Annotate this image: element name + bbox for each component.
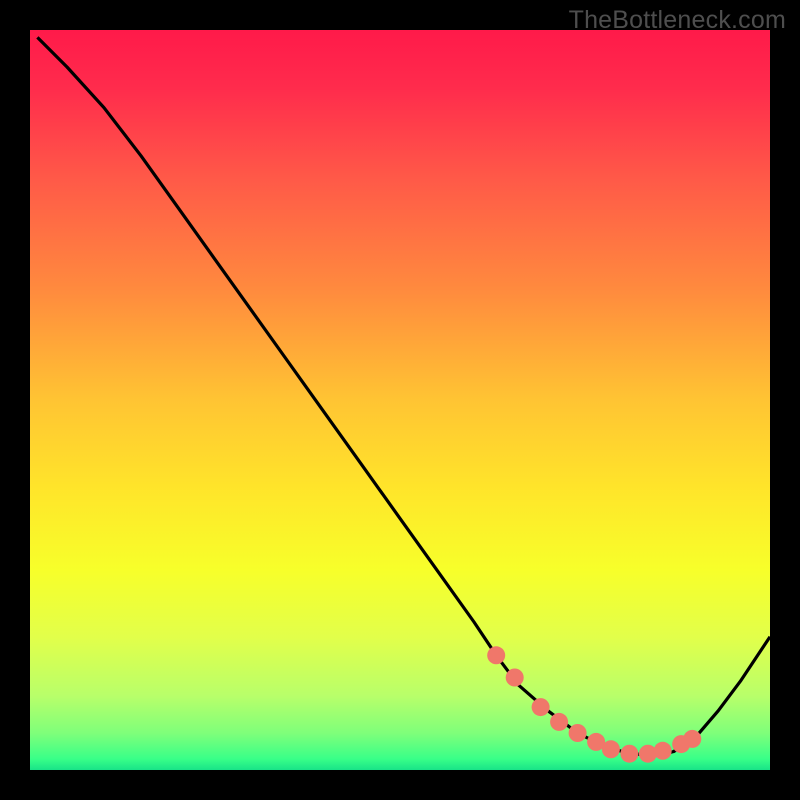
data-marker bbox=[639, 745, 657, 763]
data-marker bbox=[550, 713, 568, 731]
chart-plot-area bbox=[30, 30, 770, 770]
data-marker bbox=[506, 669, 524, 687]
data-marker bbox=[620, 745, 638, 763]
data-marker bbox=[602, 740, 620, 758]
data-marker bbox=[683, 730, 701, 748]
chart-svg bbox=[30, 30, 770, 770]
data-marker bbox=[487, 646, 505, 664]
data-marker bbox=[569, 724, 587, 742]
chart-frame: TheBottleneck.com bbox=[0, 0, 800, 800]
gradient-background bbox=[30, 30, 770, 770]
data-marker bbox=[532, 698, 550, 716]
data-marker bbox=[654, 742, 672, 760]
